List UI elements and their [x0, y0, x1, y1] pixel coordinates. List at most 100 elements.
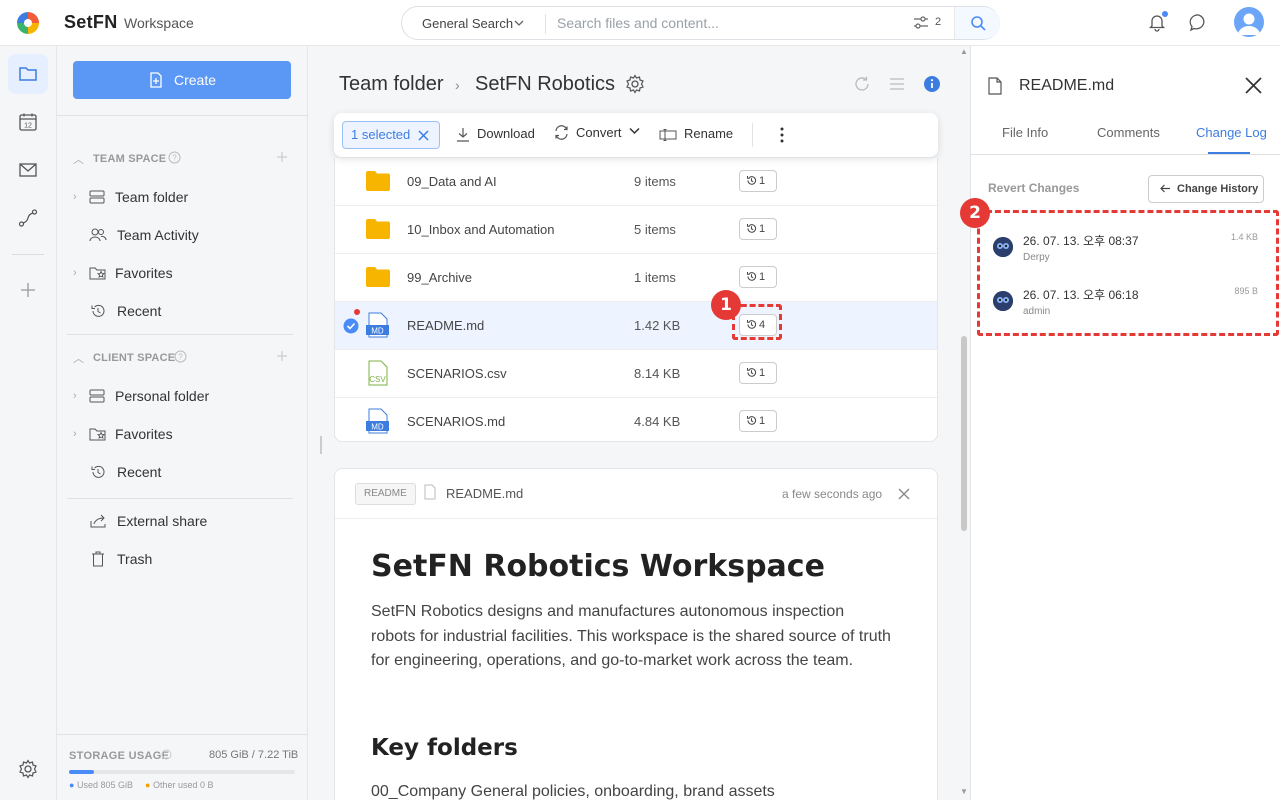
top-bar: SetFN Workspace General Search 2 — [0, 0, 1280, 46]
mail-rail-button[interactable] — [8, 150, 48, 190]
breadcrumb-team-folder[interactable]: Team folder — [339, 73, 444, 96]
file-name[interactable]: SCENARIOS.csv — [407, 366, 507, 381]
scroll-down-icon[interactable]: ▼ — [960, 787, 968, 796]
settings-rail-button[interactable] — [8, 749, 48, 789]
selection-chip[interactable]: 1 selected — [342, 121, 440, 149]
chevron-down-icon[interactable] — [629, 127, 640, 135]
rename-icon[interactable] — [659, 129, 677, 141]
preview-subheading: Key folders — [371, 735, 518, 761]
sidebar-item-team-activity[interactable]: Team Activity — [117, 227, 199, 243]
main-content: Team folder › SetFN Robotics 09_Data and… — [308, 46, 970, 800]
sidebar-item-favorites[interactable]: Favorites — [115, 265, 173, 281]
file-size: 5 items — [634, 222, 676, 237]
chevron-down-icon[interactable] — [514, 18, 524, 28]
version-history-button[interactable]: 1 — [739, 362, 777, 384]
sidebar-item-personal-folder[interactable]: Personal folder — [115, 388, 209, 404]
help-icon[interactable]: ? — [174, 350, 187, 363]
create-label: Create — [173, 72, 217, 88]
calendar-rail-button[interactable]: 12 — [8, 102, 48, 142]
refresh-icon[interactable] — [853, 75, 871, 93]
convert-icon[interactable] — [554, 125, 569, 140]
search-scope-dropdown[interactable]: General Search — [422, 16, 513, 31]
close-panel-icon[interactable] — [1245, 77, 1262, 94]
search-icon — [971, 16, 986, 31]
search-button[interactable] — [954, 7, 1000, 39]
user-avatar[interactable] — [1234, 7, 1264, 37]
file-row[interactable]: 09_Data and AI 9 items 1 — [335, 158, 937, 206]
list-view-icon[interactable] — [889, 76, 905, 92]
people-icon — [89, 227, 107, 243]
scrollbar-thumb[interactable] — [961, 336, 967, 531]
storage-legend-used: ● Used 805 GiB — [69, 780, 133, 790]
chat-icon[interactable] — [1189, 13, 1208, 32]
file-row-selected[interactable]: MD README.md 1.42 KB 4 — [335, 302, 937, 350]
close-preview-icon[interactable] — [898, 488, 910, 500]
tab-comments[interactable]: Comments — [1097, 125, 1160, 140]
help-icon[interactable]: ? — [168, 151, 181, 164]
collapse-icon[interactable]: ︿ — [73, 350, 84, 366]
filter-icon[interactable] — [913, 16, 929, 30]
scrollbar[interactable]: ▲ ▼ — [958, 46, 970, 800]
file-row[interactable]: CSV SCENARIOS.csv 8.14 KB 1 — [335, 350, 937, 398]
app-logo-icon[interactable] — [16, 11, 40, 35]
expand-icon[interactable]: › — [73, 428, 77, 440]
collapse-icon[interactable]: ︿ — [73, 151, 84, 167]
download-icon[interactable] — [456, 127, 470, 142]
expand-icon[interactable]: › — [73, 191, 77, 203]
change-history-button[interactable]: Change History — [1148, 175, 1264, 203]
download-button[interactable]: Download — [477, 126, 535, 141]
workflow-rail-button[interactable] — [8, 198, 48, 238]
file-row[interactable]: 99_Archive 1 items 1 — [335, 254, 937, 302]
file-row[interactable]: 10_Inbox and Automation 5 items 1 — [335, 206, 937, 254]
search-input[interactable] — [557, 12, 897, 34]
sidebar-item-trash[interactable]: Trash — [117, 551, 152, 567]
file-name[interactable]: README.md — [407, 318, 484, 333]
preview-heading: SetFN Robotics Workspace — [371, 549, 825, 584]
rename-button[interactable]: Rename — [684, 126, 733, 141]
info-icon[interactable] — [923, 75, 941, 93]
arrow-left-icon — [1160, 184, 1170, 193]
sidebar-item-team-folder[interactable]: Team folder — [115, 189, 188, 205]
files-rail-button[interactable] — [8, 54, 48, 94]
version-history-button[interactable]: 1 — [739, 410, 777, 432]
sidebar-item-client-favorites[interactable]: Favorites — [115, 426, 173, 442]
folder-icon — [365, 170, 391, 192]
version-history-button[interactable]: 1 — [739, 266, 777, 288]
file-name[interactable]: 99_Archive — [407, 270, 472, 285]
brand-name: SetFN — [64, 12, 118, 32]
mail-icon — [19, 163, 37, 177]
toolbar-divider — [752, 123, 753, 147]
version-count: 1 — [759, 271, 766, 283]
create-button[interactable]: Create — [73, 61, 291, 99]
help-icon[interactable] — [161, 749, 172, 760]
revert-changes-label[interactable]: Revert Changes — [988, 181, 1079, 195]
scroll-up-icon[interactable]: ▲ — [960, 47, 968, 56]
tab-file-info[interactable]: File Info — [1002, 125, 1048, 140]
tab-change-log[interactable]: Change Log — [1196, 125, 1267, 140]
expand-icon[interactable]: › — [73, 390, 77, 402]
file-row[interactable]: MD SCENARIOS.md 4.84 KB 1 — [335, 398, 937, 441]
file-name[interactable]: 10_Inbox and Automation — [407, 222, 554, 237]
expand-icon[interactable]: › — [73, 267, 77, 279]
convert-button[interactable]: Convert — [576, 125, 622, 140]
checked-checkbox-icon[interactable] — [343, 318, 359, 334]
version-history-button[interactable]: 1 — [739, 218, 777, 240]
add-client-space-icon[interactable] — [276, 350, 288, 362]
sidebar-item-external-share[interactable]: External share — [117, 513, 207, 529]
folder-icon — [19, 67, 37, 81]
divider — [57, 115, 308, 116]
sidebar-item-recent[interactable]: Recent — [117, 303, 161, 319]
file-icon — [988, 77, 1002, 95]
workflow-icon — [18, 209, 38, 227]
divider — [67, 498, 293, 499]
file-name[interactable]: 09_Data and AI — [407, 174, 497, 189]
folder-settings-icon[interactable] — [625, 74, 645, 94]
more-options-icon[interactable] — [780, 127, 784, 143]
version-history-button[interactable]: 1 — [739, 170, 777, 192]
resize-handle[interactable] — [320, 436, 322, 454]
add-team-space-icon[interactable] — [276, 151, 288, 163]
add-rail-button[interactable] — [8, 270, 48, 310]
preview-header: README README.md a few seconds ago — [335, 469, 937, 519]
sidebar-item-client-recent[interactable]: Recent — [117, 464, 161, 480]
file-name[interactable]: SCENARIOS.md — [407, 414, 505, 429]
